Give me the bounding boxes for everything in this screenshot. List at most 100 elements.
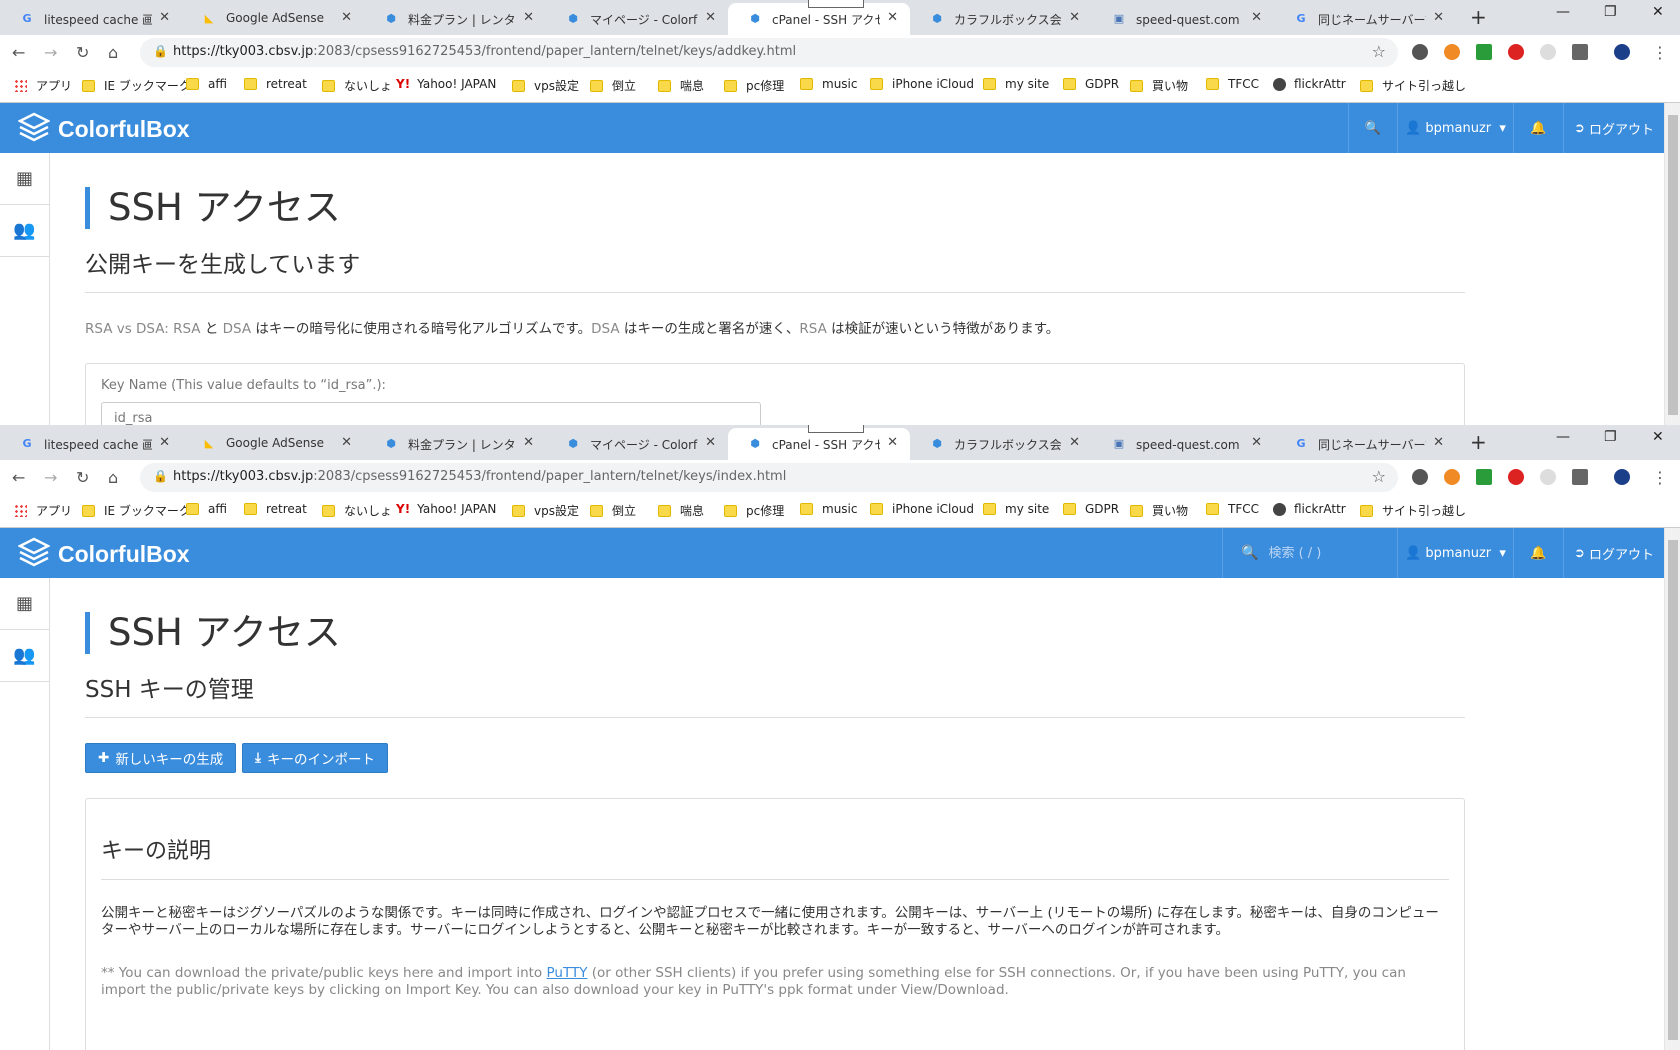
- scrollbar-thumb[interactable]: [1668, 540, 1678, 1040]
- sidebar-item-users[interactable]: 👥: [0, 630, 49, 682]
- forward-icon[interactable]: →: [44, 468, 57, 487]
- browser-tab[interactable]: ⬢ 料金プラン | レンタルサー ✕: [364, 3, 546, 35]
- bookmark-item[interactable]: my site: [983, 77, 1049, 91]
- bookmark-item[interactable]: 買い物: [1130, 77, 1188, 94]
- menu-kebab-icon[interactable]: ⋮: [1652, 468, 1668, 487]
- bookmark-item[interactable]: affi: [186, 502, 227, 516]
- minimize-icon[interactable]: —: [1556, 4, 1570, 20]
- search-box[interactable]: 🔍: [1222, 528, 1397, 578]
- bookmark-item[interactable]: music: [800, 502, 857, 516]
- page-scrollbar[interactable]: [1664, 103, 1680, 425]
- bookmark-item[interactable]: iPhone iCloud: [870, 502, 974, 516]
- minimize-icon[interactable]: —: [1556, 429, 1570, 445]
- browser-tab[interactable]: G 同じネームサーバーで同じ ✕: [1274, 428, 1456, 460]
- browser-tab[interactable]: ▣ speed-quest.com のデ ✕: [1092, 428, 1274, 460]
- bookmark-item[interactable]: 倒立: [590, 77, 636, 94]
- bookmark-item[interactable]: ないしょ: [322, 77, 392, 94]
- bookmark-item[interactable]: Y! Yahoo! JAPAN: [396, 502, 496, 516]
- bookmark-item[interactable]: affi: [186, 77, 227, 91]
- tab-close-icon[interactable]: ✕: [705, 435, 716, 450]
- bookmark-item[interactable]: retreat: [244, 502, 307, 516]
- bookmark-item[interactable]: IE ブックマーク: [82, 77, 191, 94]
- tab-close-icon[interactable]: ✕: [341, 435, 352, 450]
- bookmark-item[interactable]: ないしょ: [322, 502, 392, 519]
- browser-tab[interactable]: ◣ Google AdSense ✕: [182, 428, 364, 460]
- sidebar-item-home[interactable]: ▦: [0, 578, 49, 630]
- user-menu[interactable]: 👤 bpmanuzr ▾: [1397, 528, 1513, 578]
- search-button[interactable]: 🔍: [1348, 103, 1397, 153]
- drag-handle[interactable]: [808, 425, 864, 433]
- bookmark-item[interactable]: iPhone iCloud: [870, 77, 974, 91]
- import-key-button[interactable]: ⤓ キーのインポート: [242, 743, 388, 773]
- search-input[interactable]: [1268, 545, 1389, 561]
- user-menu[interactable]: 👤 bpmanuzr ▾: [1397, 103, 1513, 153]
- extension-icon[interactable]: [1572, 44, 1588, 60]
- tab-close-icon[interactable]: ✕: [1433, 10, 1444, 25]
- bookmark-item[interactable]: アプリ: [14, 502, 72, 519]
- extension-icon[interactable]: [1508, 469, 1524, 485]
- browser-tab[interactable]: ◣ Google AdSense ✕: [182, 3, 364, 35]
- tab-close-icon[interactable]: ✕: [341, 10, 352, 25]
- bookmark-item[interactable]: GDPR: [1063, 77, 1119, 91]
- close-window-icon[interactable]: ✕: [1652, 429, 1664, 445]
- profile-avatar[interactable]: [1614, 469, 1630, 485]
- browser-tab[interactable]: Glitespeed cache 画像最 ✕: [0, 3, 182, 35]
- page-scrollbar[interactable]: [1664, 528, 1680, 1050]
- bookmark-star-icon[interactable]: ☆: [1372, 42, 1386, 61]
- tab-close-icon[interactable]: ✕: [523, 10, 534, 25]
- tab-close-icon[interactable]: ✕: [705, 10, 716, 25]
- extension-icon[interactable]: [1476, 44, 1492, 60]
- maximize-icon[interactable]: ❐: [1604, 429, 1617, 445]
- back-icon[interactable]: ←: [12, 468, 25, 487]
- colorfulbox-logo[interactable]: ColorfulBox: [18, 537, 190, 571]
- new-tab-button[interactable]: +: [1470, 5, 1487, 29]
- browser-tab[interactable]: ▣ speed-quest.com のデ ✕: [1092, 3, 1274, 35]
- generate-key-button[interactable]: ✚ 新しいキーの生成: [85, 743, 237, 773]
- home-icon[interactable]: ⌂: [108, 43, 118, 62]
- reload-icon[interactable]: ↻: [76, 468, 89, 487]
- url-bar[interactable]: 🔒 https://tky003.cbsv.jp:2083/cpsess9162…: [140, 38, 1398, 67]
- bookmark-item[interactable]: retreat: [244, 77, 307, 91]
- browser-tab[interactable]: ⬢ マイページ - ColorfulBox ✕: [546, 428, 728, 460]
- extension-icon[interactable]: [1412, 44, 1428, 60]
- bookmark-item[interactable]: TFCC: [1206, 502, 1259, 516]
- logout-button[interactable]: ➲ ログアウト: [1563, 103, 1664, 153]
- browser-tab[interactable]: Glitespeed cache 画像最 ✕: [0, 428, 182, 460]
- colorfulbox-logo[interactable]: ColorfulBox: [18, 112, 190, 146]
- bookmark-item[interactable]: IE ブックマーク: [82, 502, 191, 519]
- tab-close-icon[interactable]: ✕: [523, 435, 534, 450]
- bookmark-item[interactable]: アプリ: [14, 77, 72, 94]
- bookmark-item[interactable]: vps設定: [512, 502, 579, 519]
- close-window-icon[interactable]: ✕: [1652, 4, 1664, 20]
- notifications-button[interactable]: 🔔: [1513, 103, 1563, 153]
- drag-handle[interactable]: [808, 0, 864, 8]
- browser-tab[interactable]: G 同じネームサーバーで同じ ✕: [1274, 3, 1456, 35]
- new-tab-button[interactable]: +: [1470, 430, 1487, 454]
- bookmark-item[interactable]: vps設定: [512, 77, 579, 94]
- tab-close-icon[interactable]: ✕: [1069, 10, 1080, 25]
- bookmark-item[interactable]: flickrAttr: [1273, 502, 1346, 516]
- tab-close-icon[interactable]: ✕: [1069, 435, 1080, 450]
- tab-close-icon[interactable]: ✕: [1251, 435, 1262, 450]
- key-name-input[interactable]: id_rsa: [101, 402, 761, 425]
- profile-avatar[interactable]: [1614, 44, 1630, 60]
- bookmark-item[interactable]: flickrAttr: [1273, 77, 1346, 91]
- url-text[interactable]: https://tky003.cbsv.jp:2083/cpsess916272…: [173, 469, 786, 484]
- sidebar-item-home[interactable]: ▦: [0, 153, 49, 205]
- bookmark-item[interactable]: 倒立: [590, 502, 636, 519]
- bookmark-item[interactable]: pc修理: [724, 502, 784, 519]
- extension-icon[interactable]: [1476, 469, 1492, 485]
- menu-kebab-icon[interactable]: ⋮: [1652, 43, 1668, 62]
- browser-tab[interactable]: ⬢ カラフルボックス会員規約 ✕: [910, 428, 1092, 460]
- putty-link[interactable]: PuTTY: [546, 965, 587, 981]
- browser-tab[interactable]: ⬢ カラフルボックス会員規約 ✕: [910, 3, 1092, 35]
- extension-icon[interactable]: [1444, 44, 1460, 60]
- extension-icon[interactable]: [1444, 469, 1460, 485]
- extension-icon[interactable]: [1572, 469, 1588, 485]
- bookmark-item[interactable]: my site: [983, 502, 1049, 516]
- tab-close-icon[interactable]: ✕: [887, 10, 898, 25]
- browser-tab[interactable]: ⬢ 料金プラン | レンタルサー ✕: [364, 428, 546, 460]
- notifications-button[interactable]: 🔔: [1513, 528, 1563, 578]
- extension-icon[interactable]: [1540, 44, 1556, 60]
- bookmark-item[interactable]: 喘息: [658, 77, 704, 94]
